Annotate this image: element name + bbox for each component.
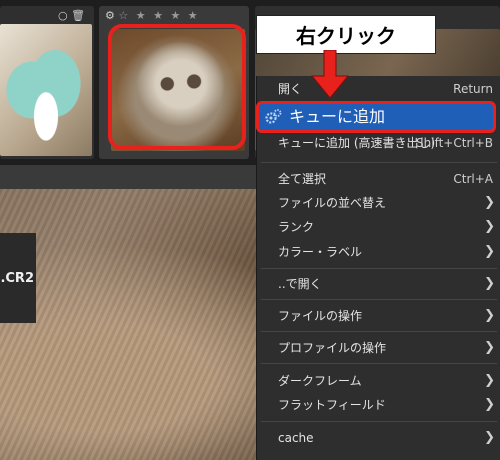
menu-item-select-all[interactable]: 全て選択 Ctrl+A [257,168,500,190]
menu-separator [261,162,497,163]
menu-separator [261,268,497,269]
menu-item-label: フラットフィールド [278,398,386,412]
menu-item-shortcut: Shift+Ctrl+B [416,136,493,150]
submenu-arrow-icon: ❯ [484,195,495,210]
menu-item-label: cache [278,431,314,445]
submenu-arrow-icon: ❯ [484,397,495,412]
menu-item-profile-operations[interactable]: プロファイルの操作 ❯ [257,337,500,359]
gears-icon [265,109,282,124]
menu-item-label: キューに追加 [289,107,386,126]
menu-item-label: カラー・ラベル [278,245,363,259]
right-click-callout: 右クリック [256,15,436,54]
menu-item-label: ダークフレーム [278,374,362,388]
menu-item-label: ..で開く [278,277,322,291]
menu-item-flat-field[interactable]: フラットフィールド ❯ [257,394,500,416]
menu-item-shortcut: Return [453,82,493,96]
menu-item-dark-frame[interactable]: ダークフレーム ❯ [257,370,500,392]
trash-icon[interactable]: 🗑 [71,9,85,22]
submenu-arrow-icon: ❯ [484,373,495,388]
menu-item-label: ランク [278,220,315,234]
menu-item-open[interactable]: 開く Return [257,78,500,100]
gear-icon[interactable]: ⚙ [105,9,115,22]
menu-item-file-operations[interactable]: ファイルの操作 ❯ [257,305,500,327]
menu-separator [261,363,497,364]
thumbnail-toolbar: ○ 🗑 [58,9,85,22]
submenu-arrow-icon: ❯ [484,276,495,291]
menu-item-add-to-queue[interactable]: キューに追加 [256,101,496,133]
menu-item-label: キューに追加 (高速書き出し) [278,136,436,150]
menu-item-cache[interactable]: cache ❯ [257,427,500,449]
circle-icon[interactable]: ○ [58,9,68,22]
file-name-label: 3.CR2 [0,233,36,323]
menu-item-label: ファイルの操作 [278,309,363,323]
menu-separator [261,299,497,300]
context-menu: 開く Return キューに追加 (高速書き出し) Shift+Ctrl+B 全… [256,76,500,460]
thumbnail-toolbar: ⚙ ☆ ★ ★ ★ ★ [105,9,200,22]
menu-item-sort-files[interactable]: ファイルの並べ替え ❯ [257,192,500,214]
menu-separator [261,331,497,332]
submenu-arrow-icon: ❯ [484,430,495,445]
menu-item-shortcut: Ctrl+A [453,172,493,186]
rank-stars[interactable]: ☆ ★ ★ ★ ★ [118,9,199,22]
thumbnail-image[interactable] [0,24,92,156]
thumbnail-cell[interactable]: ○ 🗑 [0,6,94,159]
submenu-arrow-icon: ❯ [484,340,495,355]
menu-item-rank[interactable]: ランク ❯ [257,216,500,238]
menu-separator [261,421,497,422]
submenu-arrow-icon: ❯ [484,244,495,259]
pointer-arrow-icon [310,50,350,99]
menu-item-open-with[interactable]: ..で開く ❯ [257,273,500,295]
menu-item-label: ファイルの並べ替え [278,196,387,210]
submenu-arrow-icon: ❯ [484,219,495,234]
menu-item-label: 開く [278,82,303,96]
menu-item-color-label[interactable]: カラー・ラベル ❯ [257,241,500,263]
menu-item-label: 全て選択 [278,172,327,186]
menu-item-add-to-queue-fast[interactable]: キューに追加 (高速書き出し) Shift+Ctrl+B [257,132,500,154]
menu-item-label: プロファイルの操作 [278,341,387,355]
submenu-arrow-icon: ❯ [484,308,495,323]
thumbnail-highlight [108,24,246,150]
